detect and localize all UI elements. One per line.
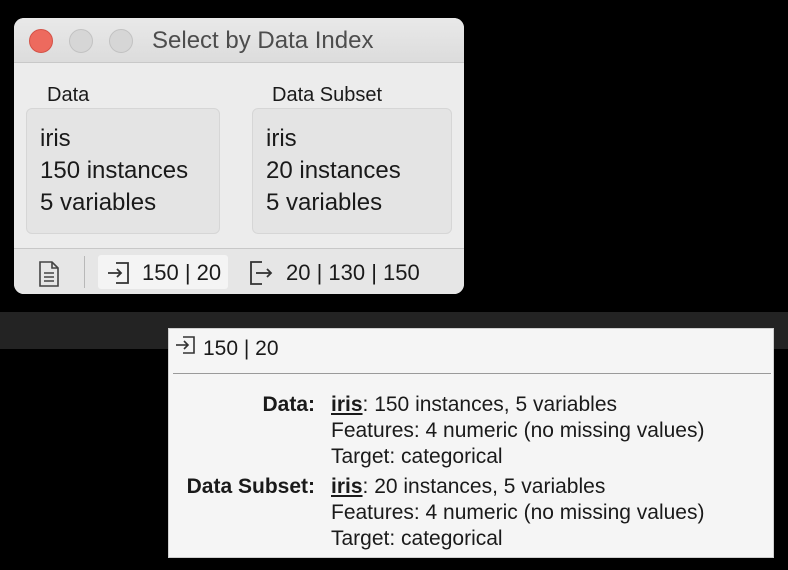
status-separator [84,256,85,288]
subset-group-label: Data Subset [272,84,383,106]
tooltip-data-summary-text: : 150 instances, 5 variables [362,393,618,416]
tooltip-subset-summary-text: : 20 instances, 5 variables [362,475,606,498]
tooltip-subset-target: Target: categorical [331,527,503,550]
subset-name: iris [266,125,297,152]
tooltip-data-label: Data: [262,393,315,416]
tooltip-subset-name: iris [331,475,363,498]
data-instances: 150 instances [40,157,189,184]
tooltip-header: 150 | 20 [175,335,279,362]
close-button[interactable] [29,29,53,53]
subset-info-box: iris 20 instances 5 variables [252,108,452,234]
minimize-button[interactable] [69,29,93,53]
input-icon [106,261,132,290]
report-icon[interactable] [38,261,60,292]
input-summary: 150 | 20 [142,260,222,285]
output-icon [248,260,274,291]
tooltip-data-summary: iris: 150 instances, 5 variables [331,393,617,417]
data-group-label: Data [47,84,90,106]
input-summary-tooltip: 150 | 20 Data: iris: 150 instances, 5 va… [168,328,774,558]
tooltip-divider [173,373,771,374]
select-by-data-index-window: Select by Data Index Data iris 150 insta… [14,18,464,294]
tooltip-data-target: Target: categorical [331,445,503,468]
tooltip-subset-summary: iris: 20 instances, 5 variables [331,475,605,499]
tooltip-data-features: Features: 4 numeric (no missing values) [331,419,705,442]
data-info-box: iris 150 instances 5 variables [26,108,220,234]
tooltip-data-name: iris [331,393,363,416]
zoom-button[interactable] [109,29,133,53]
status-bar: 150 | 20 20 | 130 | 150 [14,248,464,294]
input-icon [176,336,195,354]
window-title: Select by Data Index [152,27,374,54]
subset-instances: 20 instances [266,157,401,184]
data-name: iris [40,125,71,152]
tooltip-subset-features: Features: 4 numeric (no missing values) [331,501,705,524]
input-summary-button[interactable]: 150 | 20 [98,255,228,289]
tooltip-header-text: 150 | 20 [203,337,279,360]
subset-variables: 5 variables [266,189,383,216]
title-bar[interactable]: Select by Data Index [14,18,464,63]
data-variables: 5 variables [40,189,157,216]
tooltip-subset-label: Data Subset: [186,475,315,498]
output-summary: 20 | 130 | 150 [286,260,420,285]
